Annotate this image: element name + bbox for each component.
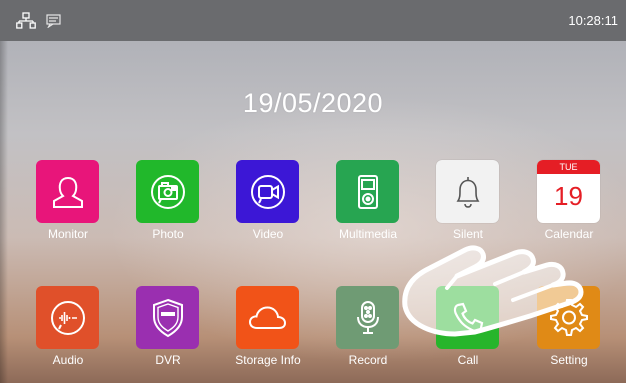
record-tile[interactable] bbox=[336, 286, 399, 349]
multimedia-tile[interactable] bbox=[336, 160, 399, 223]
photo-icon bbox=[150, 174, 185, 209]
audio-tile[interactable] bbox=[36, 286, 99, 349]
dvr-tile[interactable] bbox=[136, 286, 199, 349]
app-multimedia[interactable]: Multimedia bbox=[320, 160, 416, 248]
app-label: Video bbox=[252, 227, 284, 241]
video-tile[interactable] bbox=[236, 160, 299, 223]
app-label: Record bbox=[348, 353, 388, 367]
monitor-tile[interactable] bbox=[36, 160, 99, 223]
app-setting[interactable]: Setting bbox=[521, 286, 617, 374]
app-label: Multimedia bbox=[338, 227, 398, 241]
home-screen: 10:28:11 19/05/2020 Monitor Photo Video … bbox=[0, 0, 626, 383]
app-label: Storage Info bbox=[235, 353, 301, 367]
app-call[interactable]: Call bbox=[420, 286, 516, 374]
app-dvr[interactable]: DVR bbox=[120, 286, 216, 374]
calendar-weekday: TUE bbox=[537, 160, 600, 174]
media-player-icon bbox=[357, 174, 378, 209]
app-calendar[interactable]: TUE 19 Calendar bbox=[521, 160, 617, 248]
app-label: Silent bbox=[452, 227, 484, 241]
silent-tile[interactable] bbox=[436, 160, 499, 223]
app-label: Photo bbox=[152, 227, 184, 241]
call-tile[interactable] bbox=[436, 286, 499, 349]
person-outline-icon bbox=[52, 176, 83, 208]
app-storage-info[interactable]: Storage Info bbox=[220, 286, 316, 374]
app-label: DVR bbox=[155, 353, 181, 367]
gear-icon bbox=[549, 298, 588, 336]
status-bar: 10:28:11 bbox=[0, 0, 626, 41]
app-label: Monitor bbox=[47, 227, 88, 241]
network-icon[interactable] bbox=[16, 12, 36, 30]
status-clock: 10:28:11 bbox=[568, 13, 618, 28]
app-label: Calendar bbox=[544, 227, 594, 241]
calendar-icon[interactable]: TUE 19 bbox=[537, 160, 600, 223]
app-video[interactable]: Video bbox=[220, 160, 316, 248]
app-record[interactable]: Record bbox=[320, 286, 416, 374]
app-label: Audio bbox=[52, 353, 84, 367]
storage-tile[interactable] bbox=[236, 286, 299, 349]
audio-wave-icon bbox=[50, 300, 85, 335]
message-icon[interactable] bbox=[46, 14, 66, 32]
screen-edge bbox=[0, 0, 8, 383]
app-silent[interactable]: Silent bbox=[420, 160, 516, 248]
home-date: 19/05/2020 bbox=[242, 88, 384, 118]
setting-tile[interactable] bbox=[537, 286, 600, 349]
bell-icon bbox=[456, 176, 479, 208]
app-monitor[interactable]: Monitor bbox=[20, 160, 116, 248]
shield-icon bbox=[152, 298, 183, 337]
phone-icon bbox=[453, 302, 483, 332]
app-label: Call bbox=[457, 353, 479, 367]
calendar-day: 19 bbox=[554, 181, 583, 211]
cloud-icon bbox=[248, 305, 286, 329]
app-photo[interactable]: Photo bbox=[120, 160, 216, 248]
video-camera-icon bbox=[250, 174, 285, 209]
photo-tile[interactable] bbox=[136, 160, 199, 223]
microphone-icon bbox=[356, 300, 379, 334]
app-label: Setting bbox=[550, 353, 588, 367]
app-audio[interactable]: Audio bbox=[20, 286, 116, 374]
